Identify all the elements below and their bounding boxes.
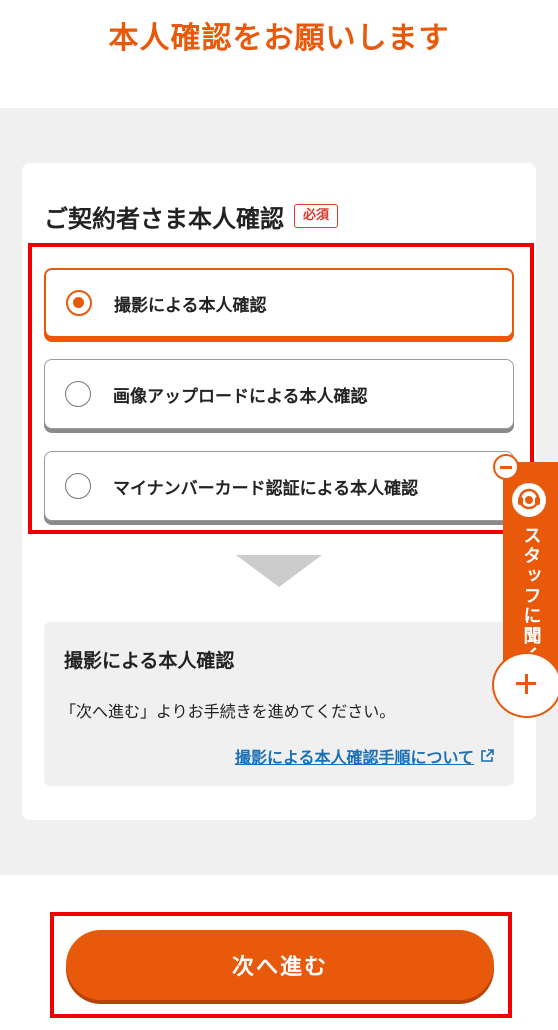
down-arrow-icon (236, 555, 322, 587)
option-label: 撮影による本人確認 (114, 295, 267, 316)
option-label: 画像アップロードによる本人確認 (113, 386, 368, 407)
external-link-icon (481, 749, 494, 762)
section-title: ご契約者さま本人確認 (44, 204, 284, 233)
plus-icon[interactable] (492, 652, 558, 718)
page-title: 本人確認をお願いします (108, 21, 450, 56)
info-panel: 撮影による本人確認 「次へ進む」よりお手続きを進めてください。 撮影による本人確… (44, 622, 514, 786)
radio-unselected-icon[interactable] (65, 381, 91, 407)
option-photo[interactable]: 撮影による本人確認 (44, 268, 514, 338)
section-header: ご契約者さま本人確認 必須 (44, 196, 339, 236)
staff-tab-label: スタッフに聞く (520, 526, 542, 666)
next-button[interactable]: 次へ進む (66, 930, 494, 1000)
info-title: 撮影による本人確認 (64, 650, 235, 672)
headset-icon (512, 483, 546, 517)
minus-icon[interactable] (493, 454, 519, 480)
radio-unselected-icon[interactable] (65, 473, 91, 499)
info-text: 「次へ進む」よりお手続きを進めてください。 (60, 702, 396, 721)
staff-help-tab[interactable]: スタッフに聞く (503, 462, 558, 680)
option-label: マイナンバーカード認証による本人確認 (113, 478, 419, 499)
procedure-link-text[interactable]: 撮影による本人確認手順について (235, 744, 474, 768)
procedure-link[interactable]: 撮影による本人確認手順について (235, 744, 494, 768)
required-badge: 必須 (294, 204, 339, 228)
option-image-upload[interactable]: 画像アップロードによる本人確認 (44, 359, 514, 429)
option-mynumber-card[interactable]: マイナンバーカード認証による本人確認 (44, 451, 514, 521)
radio-selected-icon[interactable] (66, 290, 92, 316)
